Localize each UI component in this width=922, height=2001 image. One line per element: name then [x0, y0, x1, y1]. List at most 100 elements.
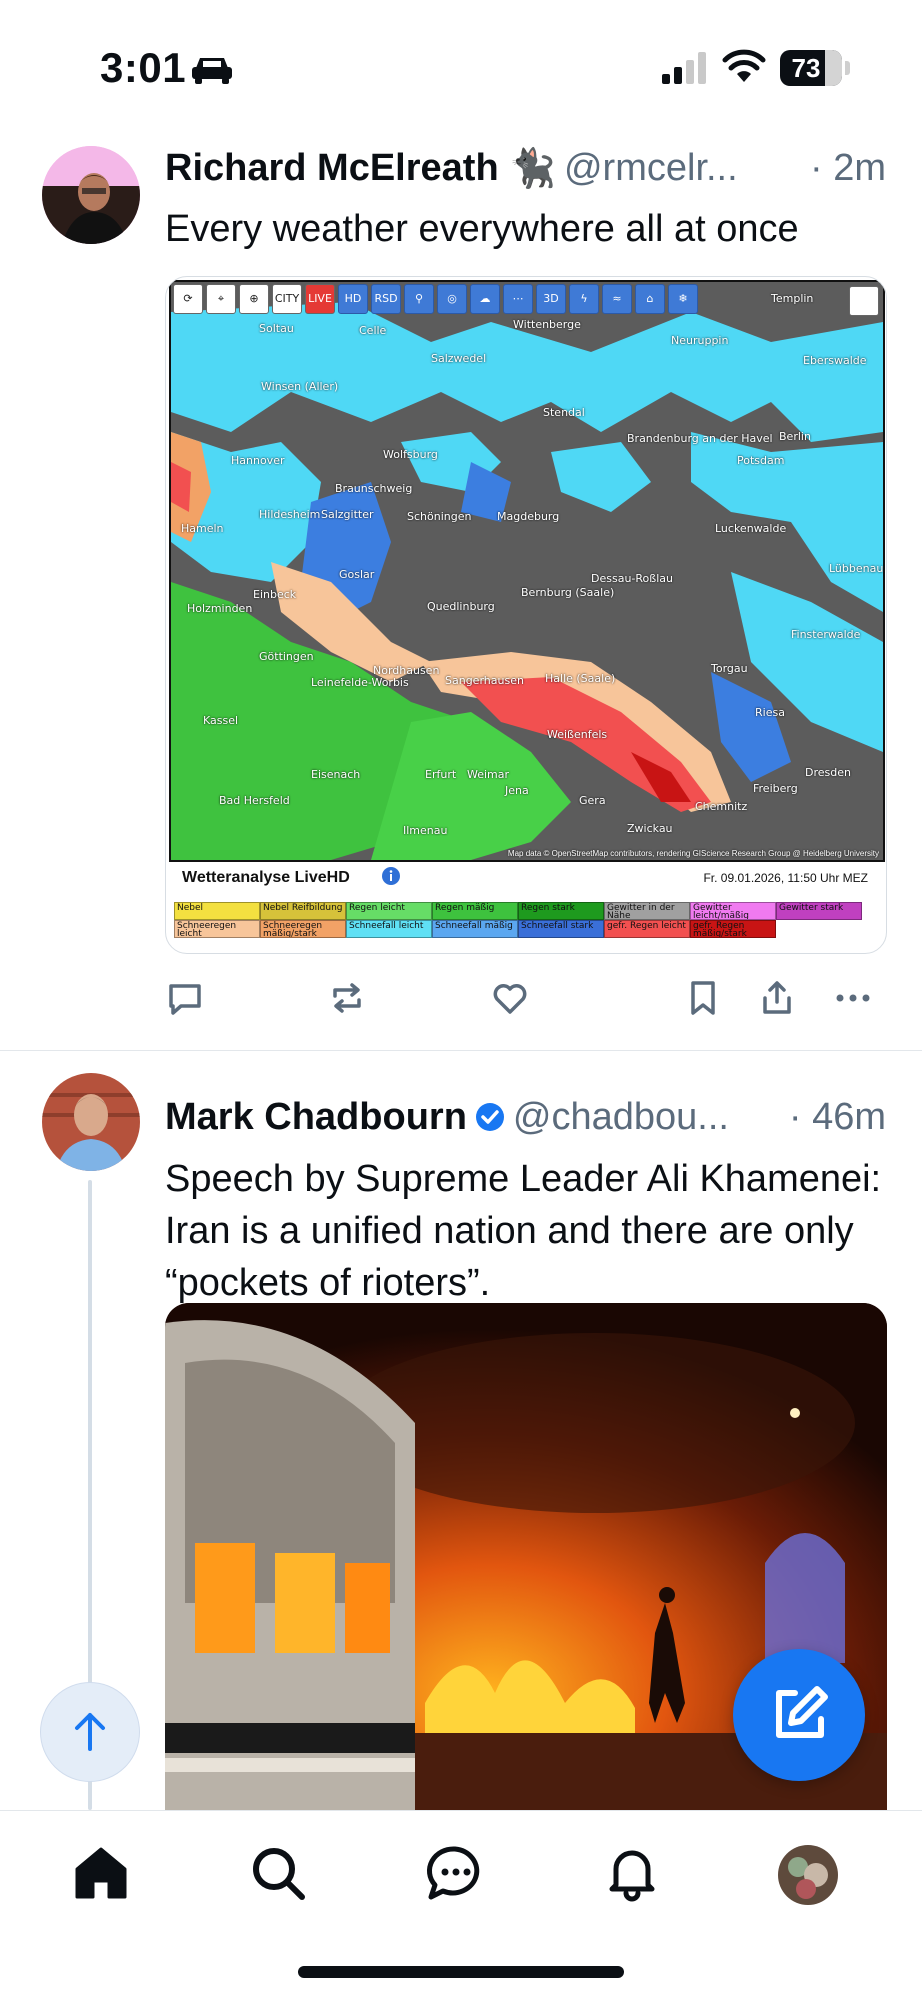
city-label: Halle (Saale) [545, 672, 616, 685]
avatar-photo [42, 146, 140, 244]
legend-item: Gewitter in der Nähe [604, 902, 690, 920]
post-header: Richard McElreath 🐈‍⬛ @rmcelr... · 2m [165, 143, 886, 193]
compose-button[interactable] [733, 1649, 865, 1781]
author-name[interactable]: Mark Chadbourn [165, 1096, 467, 1139]
legend-item: gefr. Regen mäßig/stark [690, 920, 776, 938]
map-layer-button[interactable]: ⚲ [404, 284, 434, 314]
legend-item: Regen mäßig [432, 902, 518, 920]
legend-item: Schneefall stark [518, 920, 604, 938]
legend-date: Fr. 09.01.2026, 11:50 Uhr MEZ [703, 871, 868, 885]
city-label: Einbeck [253, 588, 297, 601]
map-layer-button[interactable]: ◎ [437, 284, 467, 314]
city-label: Eberswalde [803, 354, 867, 367]
city-label: Bad Hersfeld [219, 794, 290, 807]
map-live-button[interactable]: LIVE [305, 284, 335, 314]
city-label: Göttingen [259, 650, 314, 663]
repost-icon[interactable] [327, 978, 367, 1018]
city-label: Dresden [805, 766, 851, 779]
more-icon[interactable] [833, 978, 873, 1018]
city-label: Salzgitter [321, 508, 374, 521]
city-label: Sangerhausen [445, 674, 524, 687]
profile-avatar-icon [778, 1845, 838, 1905]
map-image[interactable]: ⟳ ⌖ ⊕ CITY LIVE HD RSD ⚲ ◎ ☁ ⋯ 3D ϟ ≈ ⌂ … [165, 276, 887, 954]
city-label: Torgau [711, 662, 748, 675]
legend-item: Regen leicht [346, 902, 432, 920]
city-label: Riesa [755, 706, 785, 719]
info-icon[interactable] [382, 867, 400, 885]
legend-item: Gewitter stark [776, 902, 862, 920]
city-label: Templin [771, 292, 814, 305]
map-layer-button[interactable]: ≈ [602, 284, 632, 314]
profile-tab-avatar[interactable] [778, 1845, 838, 1905]
city-label: Finsterwalde [791, 628, 861, 641]
notifications-icon[interactable] [602, 1843, 662, 1903]
map-rsd-button[interactable]: RSD [371, 284, 401, 314]
verified-badge-icon [475, 1103, 504, 1131]
city-label: Ilmenau [403, 824, 448, 837]
map-layer-button[interactable]: ⋯ [503, 284, 533, 314]
author-handle[interactable]: @rmcelr... [564, 147, 796, 190]
post-timestamp[interactable]: · 46m [789, 1096, 886, 1139]
home-icon[interactable] [71, 1843, 131, 1903]
post-timestamp[interactable]: · 2m [810, 147, 886, 190]
city-label: Luckenwalde [715, 522, 787, 535]
map-credit: Map data © OpenStreetMap contributors, r… [507, 849, 879, 858]
post-1[interactable]: Richard McElreath 🐈‍⬛ @rmcelr... · 2m Ev… [0, 0, 922, 1050]
city-label: Weißenfels [547, 728, 608, 741]
legend-item: Regen stark [518, 902, 604, 920]
legend-grid: Nebel Nebel Reifbildung Regen leicht Regen … [174, 902, 862, 938]
home-indicator [298, 1966, 624, 1978]
map-zoom-button[interactable]: ⊕ [239, 284, 269, 314]
city-label: Weimar [467, 768, 510, 781]
city-label: Bernburg (Saale) [521, 586, 615, 599]
map-refresh-button[interactable]: ⟳ [173, 284, 203, 314]
map-layer-button[interactable]: ❄ [668, 284, 698, 314]
like-icon[interactable] [490, 978, 530, 1018]
reply-icon[interactable] [165, 978, 205, 1018]
map-city-button[interactable]: CITY [272, 284, 302, 314]
city-label: Hameln [181, 522, 224, 535]
city-label: Chemnitz [695, 800, 748, 813]
city-label: Winsen (Aller) [261, 380, 339, 393]
city-label: Braunschweig [335, 482, 413, 495]
weather-map-graphic [171, 282, 883, 860]
post-header: Mark Chadbourn @chadbou... · 46m [165, 1092, 886, 1142]
map-share-button[interactable] [849, 286, 879, 316]
city-label: Leinefelde-Worbis [311, 676, 409, 689]
legend-item: gefr. Regen leicht [604, 920, 690, 938]
city-label: Hildesheim [259, 508, 321, 521]
city-label: Wittenberge [513, 318, 581, 331]
city-label: Lübbenau (Spreewald) [829, 562, 884, 575]
city-label: Freiberg [753, 782, 798, 795]
city-label: Berlin [779, 430, 811, 443]
city-label: Brandenburg an der Havel [627, 432, 773, 445]
legend-item: Nebel [174, 902, 260, 920]
city-label: Stendal [543, 406, 585, 419]
legend-item: Nebel Reifbildung [260, 902, 346, 920]
map-layer-button[interactable]: ☁ [470, 284, 500, 314]
legend-item: Schneefall mäßig [432, 920, 518, 938]
city-label: Quedlinburg [427, 600, 495, 613]
city-label: Erfurt [425, 768, 457, 781]
avatar[interactable] [42, 146, 140, 244]
post-actions [165, 972, 875, 1024]
avatar-photo [42, 1073, 140, 1171]
map-hd-button[interactable]: HD [338, 284, 368, 314]
scroll-to-top-button[interactable] [40, 1682, 140, 1782]
bookmark-icon[interactable] [683, 978, 723, 1018]
search-icon[interactable] [248, 1843, 308, 1903]
city-label: Schöningen [407, 510, 472, 523]
map-3d-button[interactable]: 3D [536, 284, 566, 314]
avatar[interactable] [42, 1073, 140, 1171]
city-label: Potsdam [737, 454, 785, 467]
weather-map: ⟳ ⌖ ⊕ CITY LIVE HD RSD ⚲ ◎ ☁ ⋯ 3D ϟ ≈ ⌂ … [169, 280, 885, 862]
share-icon[interactable] [757, 978, 797, 1018]
map-layer-button[interactable]: ⌂ [635, 284, 665, 314]
author-handle[interactable]: @chadbou... [513, 1096, 775, 1139]
chat-icon[interactable] [425, 1843, 485, 1903]
map-layer-button[interactable]: ϟ [569, 284, 599, 314]
map-location-button[interactable]: ⌖ [206, 284, 236, 314]
city-label: Dessau-Roßlau [591, 572, 673, 585]
legend-item: Schneeregen mäßig/stark [260, 920, 346, 938]
author-name[interactable]: Richard McElreath [165, 147, 499, 190]
